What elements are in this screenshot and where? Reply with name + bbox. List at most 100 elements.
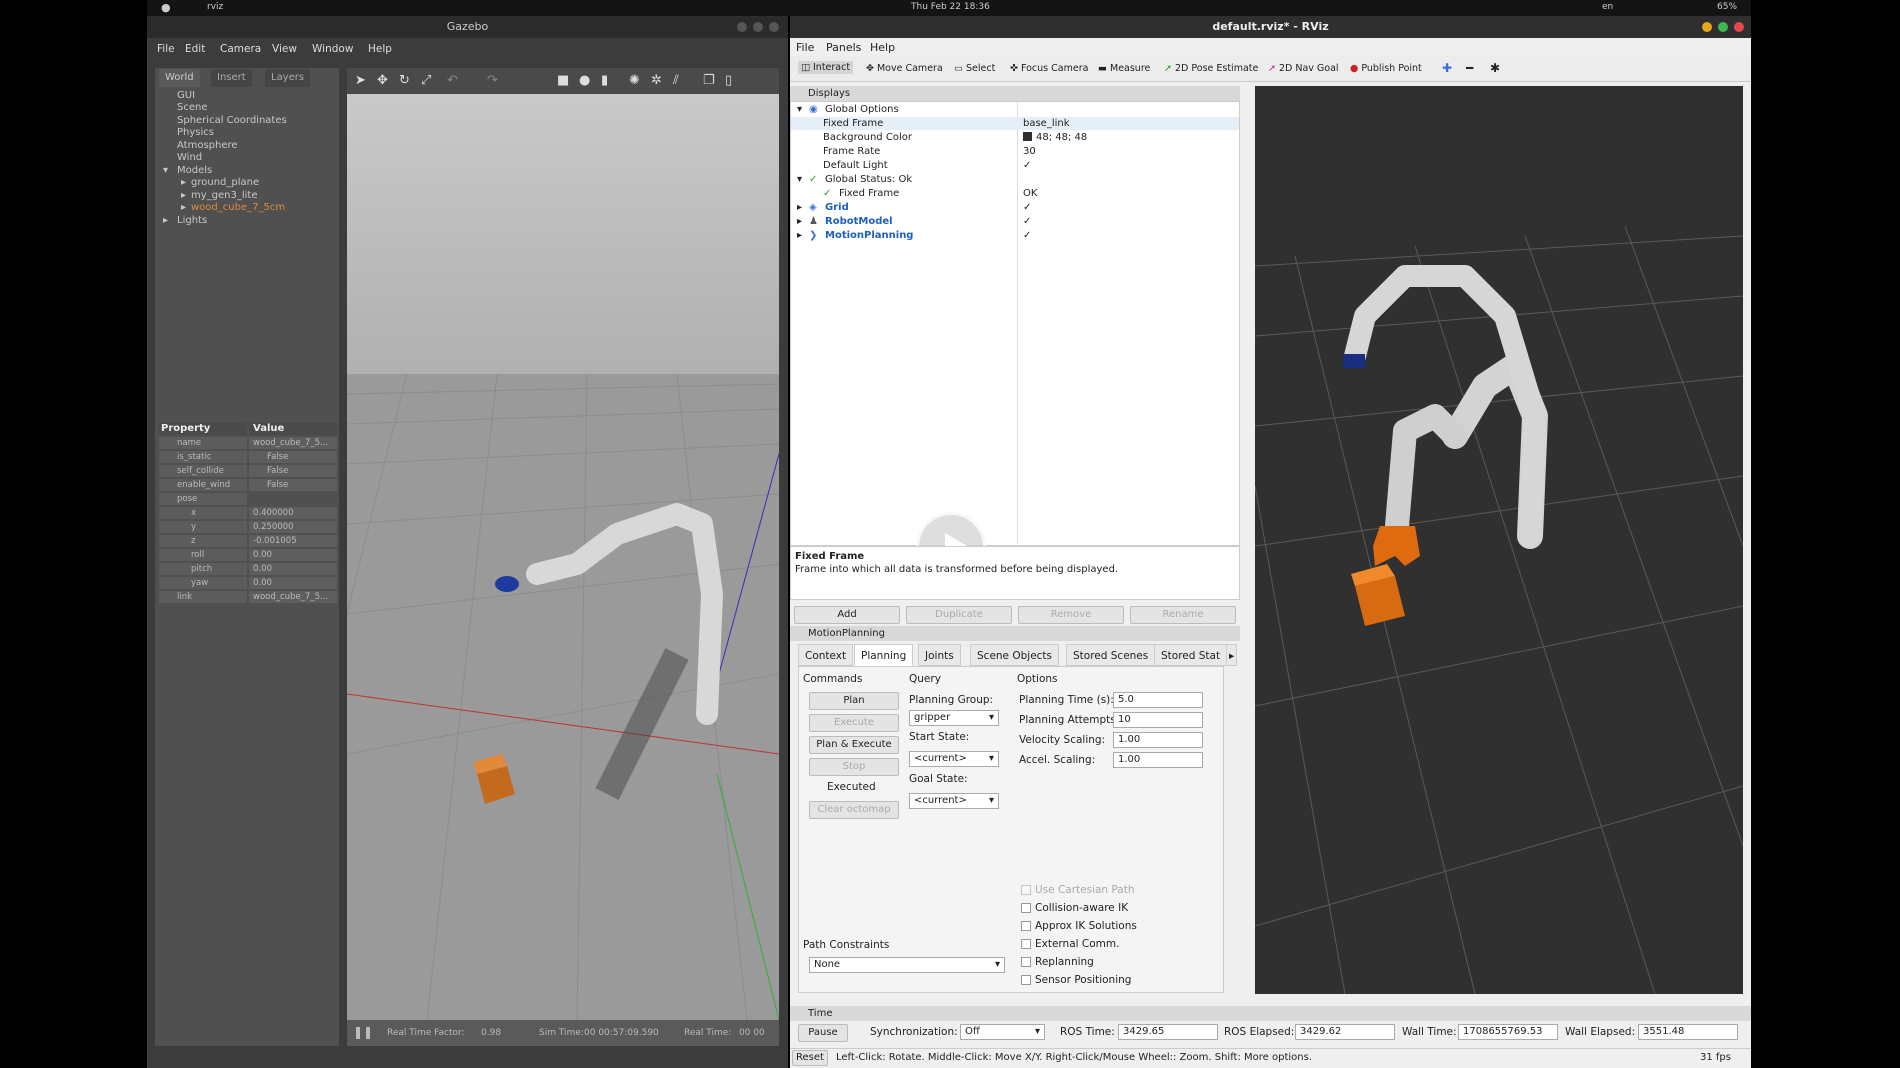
background-color-value[interactable]: 48; 48; 48 <box>1036 132 1087 143</box>
select-mode-icon[interactable]: ➤ <box>355 73 366 88</box>
accel-scaling-spinbox[interactable]: 1.00 <box>1113 752 1203 768</box>
wall-time-field[interactable]: 1708655769.53 <box>1458 1024 1558 1040</box>
sphere-shape-icon[interactable]: ● <box>579 73 590 88</box>
execute-button[interactable]: Execute <box>809 714 899 732</box>
menu-view[interactable]: View <box>272 43 297 55</box>
collapse-arrow-icon[interactable]: ▸ <box>797 230 802 241</box>
rename-display-button[interactable]: Rename <box>1130 606 1236 624</box>
point-light-icon[interactable]: ✺ <box>629 73 640 88</box>
language-indicator[interactable]: en <box>1602 2 1613 12</box>
display-grid[interactable]: Grid <box>825 202 849 213</box>
path-constraints-select[interactable]: None ▾ <box>809 957 1005 973</box>
tool-properties-icon[interactable]: ✱ <box>1490 61 1500 75</box>
collision-aware-ik-checkbox[interactable] <box>1021 903 1031 913</box>
tab-joints[interactable]: Joints <box>918 644 961 666</box>
motionplanning-enabled-checkbox[interactable]: ✓ <box>1023 230 1031 241</box>
tool-move-camera[interactable]: ✥ Move Camera <box>866 63 943 74</box>
planning-attempts-spinbox[interactable]: 10 <box>1113 712 1203 728</box>
tab-world[interactable]: World <box>159 69 200 87</box>
collapse-arrow-icon[interactable]: ▸ <box>181 202 186 213</box>
copy-icon[interactable]: ❐ <box>703 73 715 88</box>
apple-icon[interactable]: ● <box>161 1 171 14</box>
sensor-positioning-checkbox[interactable] <box>1021 975 1031 985</box>
prop-value[interactable]: False <box>249 451 337 463</box>
rotate-icon[interactable]: ↻ <box>399 73 410 88</box>
plan-button[interactable]: Plan <box>809 692 899 710</box>
menu-panels[interactable]: Panels <box>826 41 861 54</box>
menu-file[interactable]: File <box>157 43 175 55</box>
ros-time-field[interactable]: 3429.65 <box>1118 1024 1218 1040</box>
tool-measure[interactable]: ▬ Measure <box>1098 63 1150 74</box>
menu-file[interactable]: File <box>796 41 814 54</box>
prop-value[interactable]: wood_cube_7_5... <box>249 437 337 449</box>
tab-scroll-right-icon[interactable]: ▸ <box>1226 644 1238 666</box>
start-state-select[interactable]: <current> ▾ <box>909 751 999 767</box>
prop-value[interactable]: 0.250000 <box>249 521 337 533</box>
approx-ik-checkbox[interactable] <box>1021 921 1031 931</box>
gazebo-3d-viewport[interactable]: ➤ ✥ ↻ ⤢ ↶ ↷ ■ ● ▮ ✺ ✲ ⫽ ❐ ▯ ❚❚ Real Time… <box>347 68 779 1046</box>
tree-item-atmosphere[interactable]: Atmosphere <box>177 140 238 151</box>
tool-publish-point[interactable]: ● Publish Point <box>1350 63 1422 74</box>
remove-display-button[interactable]: Remove <box>1018 606 1124 624</box>
frame-rate-label[interactable]: Frame Rate <box>823 146 880 157</box>
wall-elapsed-field[interactable]: 3551.48 <box>1638 1024 1738 1040</box>
display-robotmodel[interactable]: RobotModel <box>825 216 893 227</box>
tab-stored-scenes[interactable]: Stored Scenes <box>1066 644 1156 666</box>
menu-help[interactable]: Help <box>368 43 392 55</box>
planning-group-select[interactable]: gripper ▾ <box>909 710 999 726</box>
close-button[interactable] <box>1734 22 1744 32</box>
directional-light-icon[interactable]: ⫽ <box>673 73 679 88</box>
prop-value[interactable]: False <box>249 479 337 491</box>
pause-button[interactable]: Pause <box>798 1024 848 1042</box>
tree-item-models[interactable]: Models <box>177 165 212 176</box>
box-shape-icon[interactable]: ■ <box>557 73 569 88</box>
sync-select[interactable]: Off ▾ <box>960 1024 1045 1040</box>
external-comm-checkbox[interactable] <box>1021 939 1031 949</box>
status-fixed-frame-label[interactable]: Fixed Frame <box>839 188 899 199</box>
tool-2d-pose-estimate[interactable]: ➚ 2D Pose Estimate <box>1164 63 1258 74</box>
default-light-label[interactable]: Default Light <box>823 160 888 171</box>
default-light-checkbox[interactable]: ✓ <box>1023 160 1031 171</box>
clear-octomap-button[interactable]: Clear octomap <box>809 801 899 819</box>
global-status-label[interactable]: Global Status: Ok <box>825 174 912 185</box>
tool-interact[interactable]: ◫ Interact <box>798 61 854 74</box>
prop-value[interactable]: 0.00 <box>249 577 337 589</box>
collapse-arrow-icon[interactable]: ▸ <box>797 202 802 213</box>
close-button[interactable] <box>769 22 779 32</box>
menu-camera[interactable]: Camera <box>220 43 261 55</box>
expand-arrow-icon[interactable]: ▾ <box>797 104 802 115</box>
collapse-arrow-icon[interactable]: ▸ <box>181 177 186 188</box>
stop-button[interactable]: Stop <box>809 758 899 776</box>
pause-icon[interactable]: ❚❚ <box>353 1025 373 1039</box>
tab-scene-objects[interactable]: Scene Objects <box>970 644 1060 666</box>
paste-icon[interactable]: ▯ <box>725 73 732 88</box>
prop-value[interactable]: wood_cube_7_5... <box>249 591 337 603</box>
frame-rate-value[interactable]: 30 <box>1023 146 1036 157</box>
fixed-frame-value[interactable]: base_link <box>1023 118 1070 129</box>
fixed-frame-label[interactable]: Fixed Frame <box>823 118 883 129</box>
tab-context[interactable]: Context <box>798 644 854 666</box>
prop-value[interactable]: -0.001005 <box>249 535 337 547</box>
tree-item-spherical[interactable]: Spherical Coordinates <box>177 115 287 126</box>
translate-icon[interactable]: ✥ <box>377 73 388 88</box>
add-display-button[interactable]: Add <box>794 606 900 624</box>
collapse-arrow-icon[interactable]: ▸ <box>797 216 802 227</box>
battery-level[interactable]: 65% <box>1717 2 1737 12</box>
tree-item-ground-plane[interactable]: ground_plane <box>191 177 259 188</box>
tool-2d-nav-goal[interactable]: ➚ 2D Nav Goal <box>1268 63 1339 74</box>
tab-stored-states[interactable]: Stored Stat <box>1154 644 1228 666</box>
background-color-label[interactable]: Background Color <box>823 132 912 143</box>
menu-window[interactable]: Window <box>312 43 353 55</box>
undo-icon[interactable]: ↶ <box>447 73 458 88</box>
reset-button[interactable]: Reset <box>792 1050 828 1066</box>
scale-icon[interactable]: ⤢ <box>421 73 431 88</box>
menu-help[interactable]: Help <box>870 41 895 54</box>
prop-value[interactable]: 0.00 <box>249 563 337 575</box>
remove-tool-icon[interactable]: ━ <box>1466 61 1473 75</box>
tree-item-gui[interactable]: GUI <box>177 90 195 101</box>
plan-execute-button[interactable]: Plan & Execute <box>809 736 899 754</box>
tree-item-wood-cube[interactable]: wood_cube_7_5cm <box>191 202 285 213</box>
prop-value[interactable]: False <box>249 465 337 477</box>
prop-key[interactable]: link <box>159 591 247 603</box>
display-motionplanning[interactable]: MotionPlanning <box>825 230 913 241</box>
